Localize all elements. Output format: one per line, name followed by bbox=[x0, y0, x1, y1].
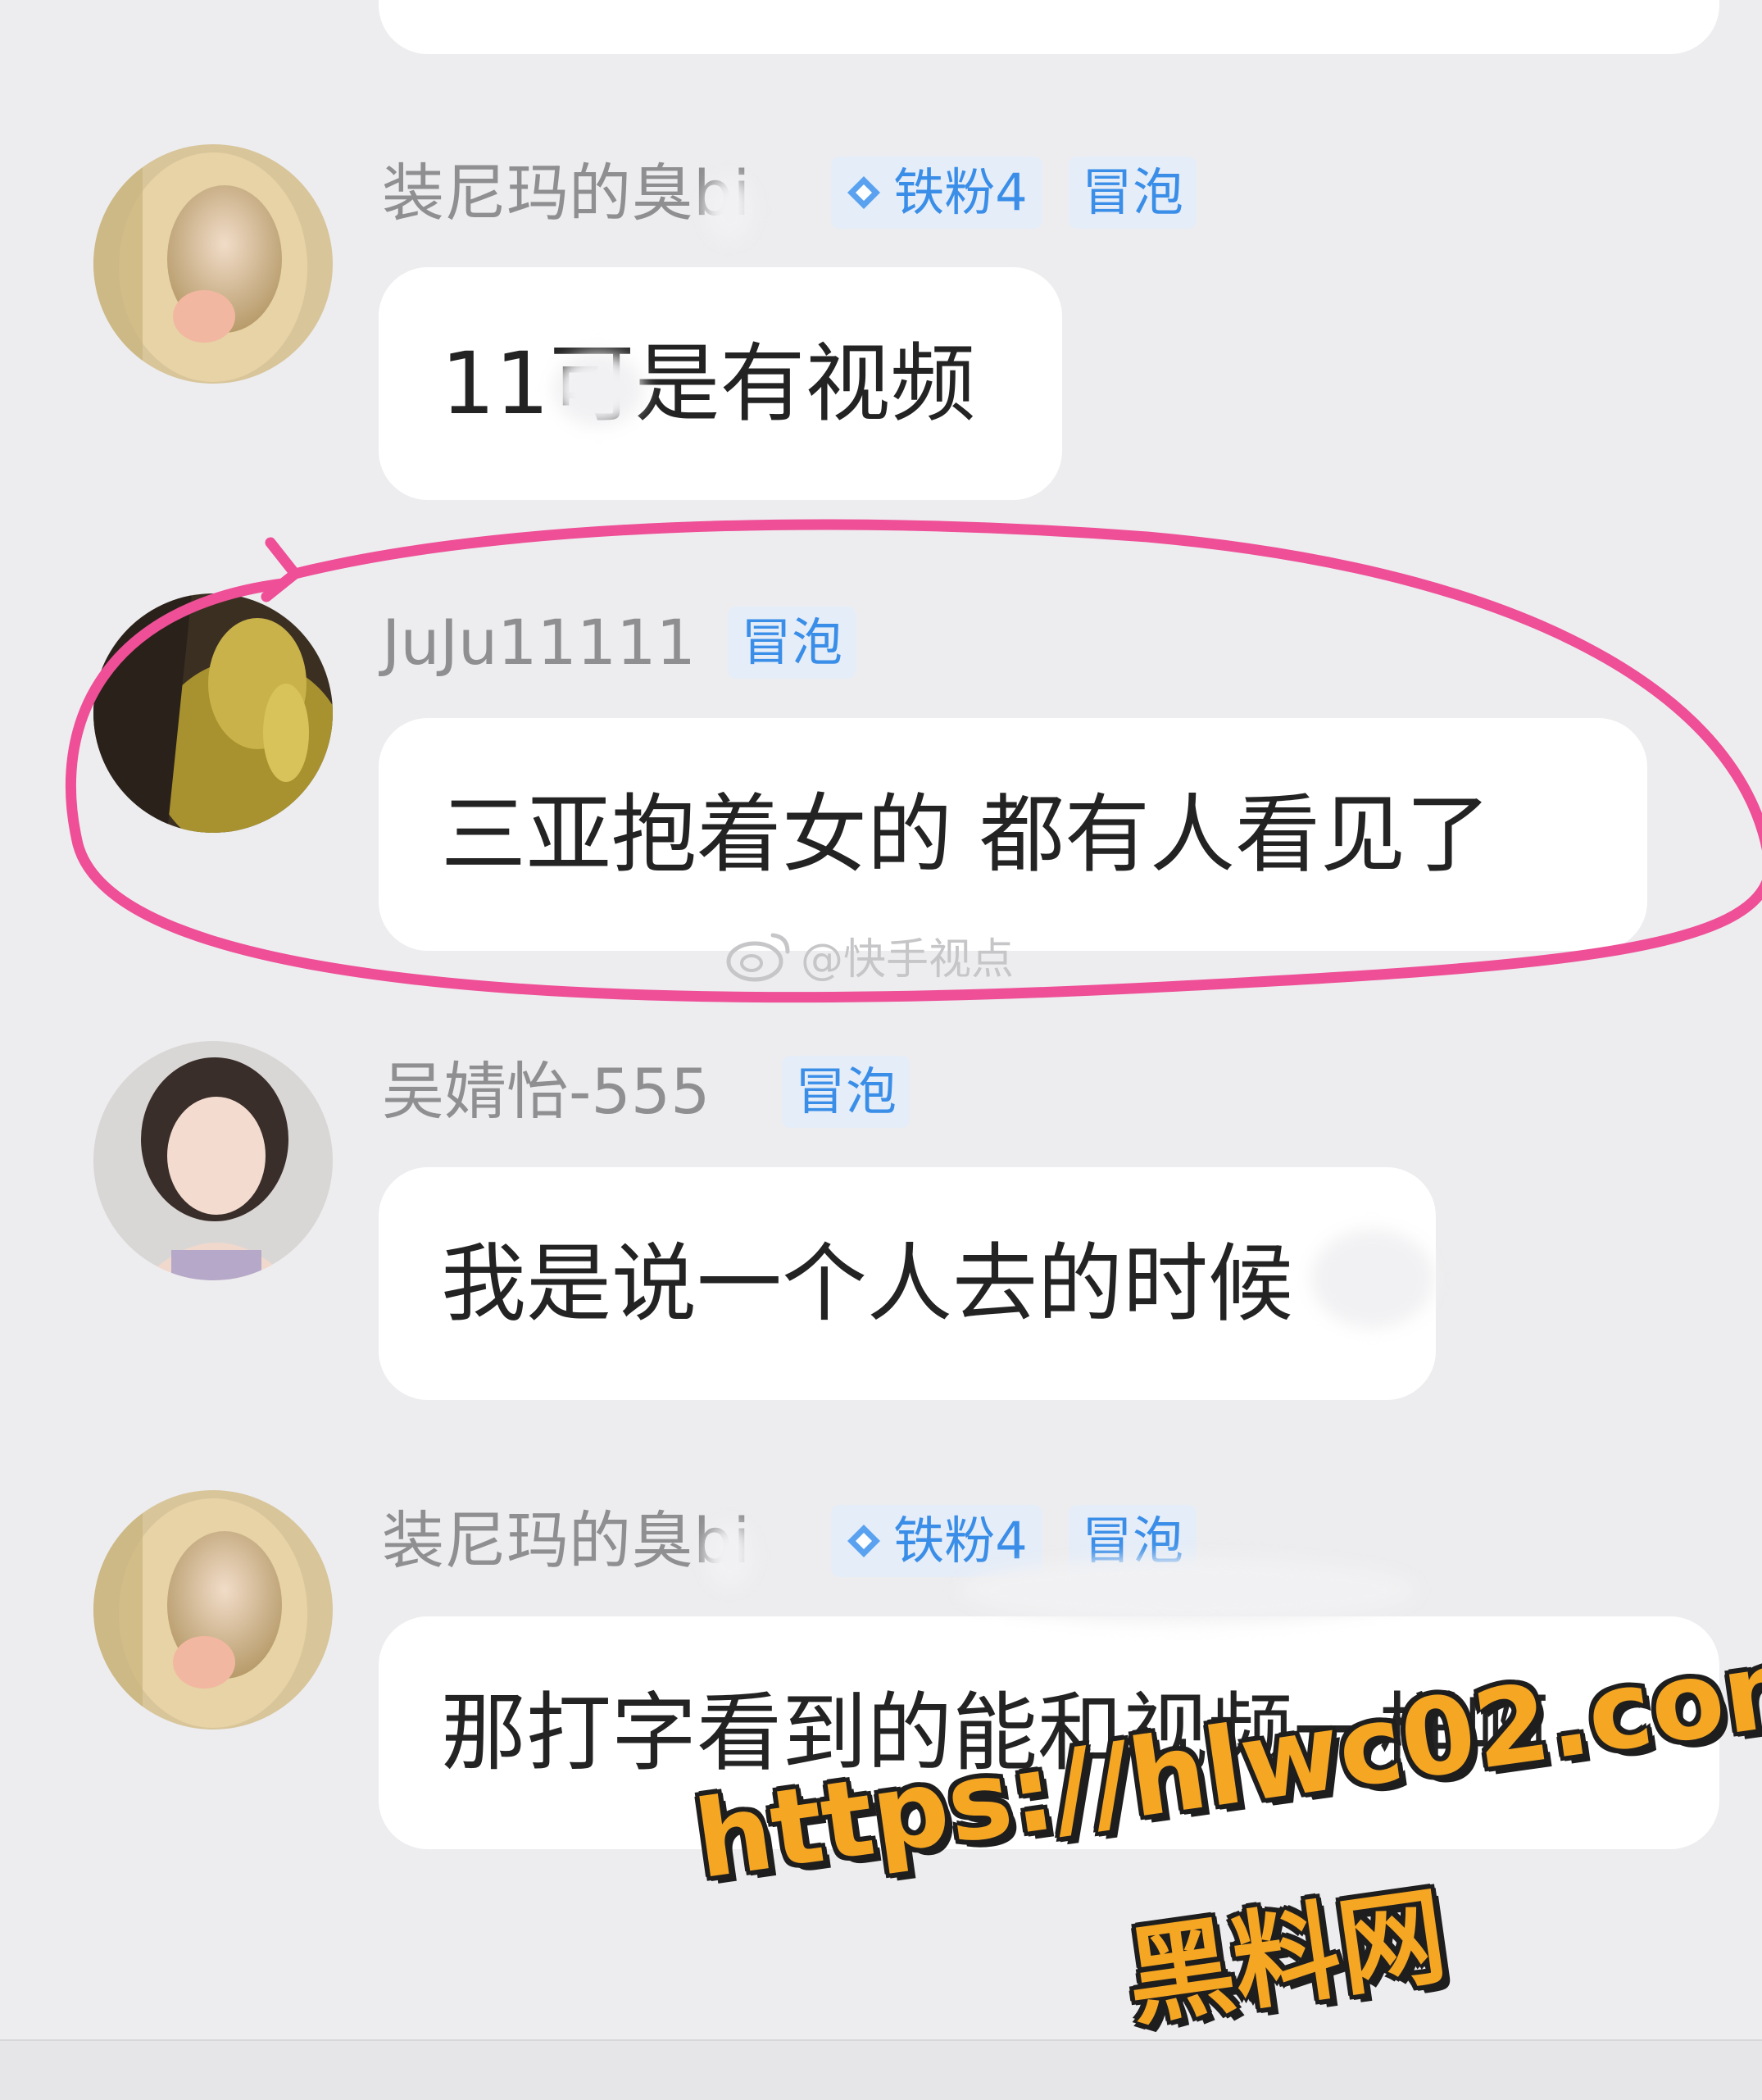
diamond-icon bbox=[847, 1525, 881, 1557]
comment-1-fan-badge-label: 铁粉4 bbox=[893, 162, 1028, 222]
comment-3-bubble-badge[interactable]: 冒泡 bbox=[782, 1056, 910, 1128]
watermark: @快手视点 bbox=[725, 925, 1014, 986]
blur-smudge bbox=[705, 1523, 754, 1589]
comment-3-text: 我是说一个人去的时候 bbox=[441, 1234, 1294, 1334]
overlay-site-name: 黑料网 bbox=[1119, 1873, 1454, 2042]
comment-1-fan-badge[interactable]: 铁粉4 bbox=[831, 157, 1042, 229]
blur-smudge bbox=[959, 1557, 1418, 1623]
avatar-comment-4[interactable] bbox=[93, 1490, 333, 1730]
weibo-logo-icon bbox=[726, 933, 790, 981]
comment-4-fan-badge-label: 铁粉4 bbox=[893, 1511, 1028, 1570]
comment-1-bubble-badge[interactable]: 冒泡 bbox=[1069, 157, 1197, 229]
comment-3-text-bubble[interactable]: 我是说一个人去的时候 bbox=[379, 1167, 1436, 1400]
avatar-blonde-woman-icon bbox=[93, 144, 333, 384]
watermark-text: @快手视点 bbox=[801, 935, 1015, 984]
comment-4-fan-badge[interactable]: 铁粉4 bbox=[831, 1505, 1042, 1577]
comment-2-text: 三亚抱着女的 都有人看见了 bbox=[441, 784, 1492, 884]
avatar-blonde-woman-icon bbox=[93, 1490, 333, 1730]
comment-2-bubble-badge[interactable]: 冒泡 bbox=[728, 607, 856, 679]
comment-1-username[interactable]: 装尼玛的臭bi bbox=[382, 162, 750, 225]
comment-1-text-bubble[interactable]: 11可是有视频 bbox=[379, 267, 1062, 500]
diamond-icon bbox=[847, 176, 881, 209]
comment-1-text: 11可是有视频 bbox=[441, 334, 976, 434]
avatar-comment-1[interactable] bbox=[93, 144, 333, 384]
avatar-comment-3[interactable] bbox=[93, 1041, 333, 1280]
bottom-bar bbox=[0, 2039, 1762, 2100]
blur-smudge bbox=[553, 352, 643, 426]
previous-comment-bubble[interactable] bbox=[379, 0, 1719, 54]
blur-smudge bbox=[705, 176, 754, 242]
comment-3-username[interactable]: 吴婧怡-555 bbox=[382, 1061, 710, 1123]
avatar-dark-hair-woman-icon bbox=[93, 593, 333, 833]
comment-2-username[interactable]: JuJu11111 bbox=[382, 611, 696, 674]
comment-4-username[interactable]: 装尼玛的臭bi bbox=[382, 1510, 750, 1572]
blur-smudge bbox=[1311, 1230, 1434, 1328]
avatar-comment-2[interactable] bbox=[93, 593, 333, 833]
avatar-short-hair-woman-icon bbox=[93, 1041, 333, 1280]
comment-2-text-bubble[interactable]: 三亚抱着女的 都有人看见了 bbox=[379, 718, 1647, 951]
